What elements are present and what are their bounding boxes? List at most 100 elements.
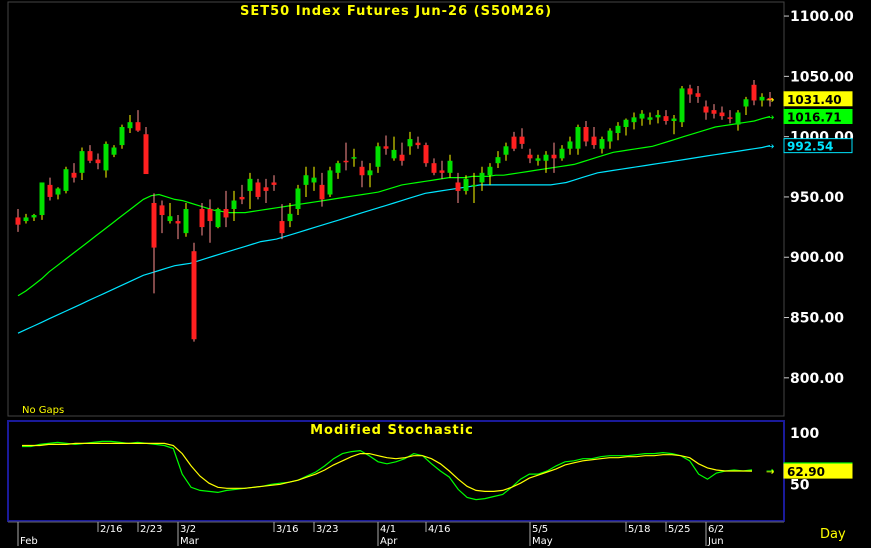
candle: [671, 114, 677, 135]
candle: [183, 202, 189, 237]
candle-body: [159, 205, 165, 216]
candle: [479, 166, 485, 191]
candle: [663, 110, 669, 125]
candle: [295, 184, 301, 216]
candle-body: [471, 184, 477, 187]
candle-body: [519, 136, 525, 144]
candle-body: [463, 178, 469, 191]
candle: [655, 110, 661, 124]
candle: [103, 141, 109, 178]
candle-body: [231, 200, 237, 209]
candle: [39, 182, 45, 220]
candle: [71, 163, 77, 183]
candle: [55, 187, 61, 200]
candle: [199, 202, 205, 236]
stochastic-line-1: [22, 440, 753, 501]
candle-body: [375, 146, 381, 167]
candle: [607, 128, 613, 149]
candle-body: [199, 209, 205, 228]
candle: [527, 148, 533, 164]
candle-body: [703, 106, 709, 113]
price-tick-label: 1100.00: [790, 9, 854, 25]
date-tick-label: Apr: [380, 536, 398, 547]
candle: [711, 104, 717, 119]
candle: [135, 110, 141, 132]
candle: [255, 178, 261, 200]
candle: [263, 178, 269, 203]
stochastic-axis-ticks: 100 50: [790, 426, 819, 493]
candle-body: [31, 215, 37, 218]
candle-body: [439, 170, 445, 173]
candle-body: [247, 178, 253, 191]
candle: [31, 213, 37, 222]
date-tick-label: 5/5: [532, 524, 548, 535]
candle-body: [287, 213, 293, 222]
candle-body: [607, 130, 613, 142]
candle: [471, 172, 477, 203]
candle-body: [175, 221, 181, 224]
candle-body: [87, 151, 93, 161]
candle-body: [383, 146, 389, 149]
candle: [127, 114, 133, 134]
candle: [591, 127, 597, 149]
candle: [247, 172, 253, 209]
chart-svg[interactable]: SET50 Index Futures Jun-26 (S50M26) Modi…: [0, 0, 871, 548]
price-tick-label: 950.00: [790, 190, 844, 206]
date-tick-label: 5/25: [668, 524, 690, 535]
candle-body: [119, 127, 125, 146]
candle: [399, 142, 405, 166]
candle: [567, 136, 573, 155]
candle: [327, 166, 333, 197]
candle-body: [207, 209, 213, 222]
candle-body: [135, 122, 141, 131]
price-value-tag-3-arrow: →: [766, 142, 774, 153]
date-tick-label: 4/16: [428, 524, 450, 535]
price-tick-label: 1050.00: [790, 69, 854, 85]
candle: [311, 166, 317, 191]
stochastic-value-tag-2: 62.90: [787, 465, 825, 479]
candle: [407, 131, 413, 155]
candle: [647, 112, 653, 125]
candle-body: [511, 136, 517, 149]
candle: [231, 190, 237, 222]
candle-body: [335, 163, 341, 173]
candle: [335, 160, 341, 179]
candle-body: [687, 88, 693, 95]
candle-body: [319, 184, 325, 200]
candle-body: [215, 209, 221, 228]
candle: [727, 110, 733, 124]
candle: [359, 160, 365, 188]
candle-body: [399, 154, 405, 161]
date-tick-label: 5/18: [628, 524, 650, 535]
candle: [623, 118, 629, 136]
date-tick-label: Jun: [707, 536, 724, 547]
candle: [519, 128, 525, 149]
candle: [191, 242, 197, 342]
candle-body: [615, 125, 621, 134]
period-label[interactable]: Day: [820, 527, 846, 542]
date-tick-label: May: [532, 536, 553, 547]
date-tick-label: 3/23: [316, 524, 338, 535]
candle: [271, 175, 277, 191]
candle: [735, 110, 741, 131]
candle-body: [127, 122, 133, 129]
candle: [207, 199, 213, 243]
candle: [79, 147, 85, 181]
candle-body: [95, 159, 101, 164]
candle: [367, 163, 373, 188]
price-value-tag-2: 1016.71: [787, 110, 842, 124]
price-tick-label: 900.00: [790, 250, 844, 266]
candle-body: [79, 151, 85, 173]
candle-body: [479, 172, 485, 183]
candle-body: [263, 187, 269, 191]
candle-body: [407, 139, 413, 147]
candle: [487, 163, 493, 185]
candle-body: [63, 169, 69, 191]
candle: [383, 135, 389, 155]
candle: [447, 154, 453, 178]
candle-body: [671, 118, 677, 121]
candle-body: [295, 188, 301, 209]
candle-body: [591, 136, 597, 146]
candle: [535, 154, 541, 166]
date-tick-label: Mar: [180, 536, 200, 547]
